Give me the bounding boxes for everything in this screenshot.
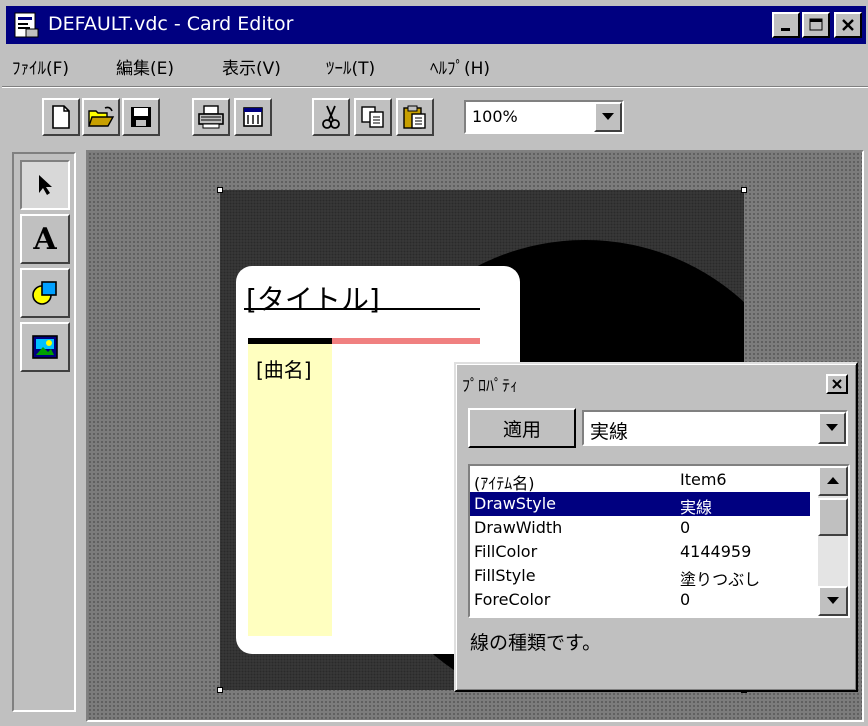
print-button[interactable] [192,98,230,136]
property-value-cell: Item6 [680,470,727,489]
song-field[interactable]: [曲名] [256,354,312,383]
open-icon [88,106,115,127]
resize-handle[interactable] [741,187,747,193]
scroll-thumb[interactable] [818,498,848,536]
menu-divider [2,86,868,88]
new-button[interactable] [42,98,80,136]
property-key: ForeColor [474,590,551,609]
property-value-cell: 実線 [680,498,713,517]
property-row[interactable]: (ｱｲﾃﾑ名) Item6 [470,468,810,493]
title-line [244,308,480,310]
chevron-down-icon [826,424,838,431]
print-icon [198,105,224,129]
song-column[interactable] [248,344,332,636]
zoom-value: 100% [472,107,518,126]
properties-title: ﾌﾟﾛﾊﾟﾃｨ [462,376,519,395]
chevron-down-icon [602,113,614,120]
zoom-dropdown-button[interactable] [594,102,622,132]
image-tool[interactable] [20,322,70,372]
paste-icon [403,105,426,129]
preview-button[interactable] [234,98,272,136]
card-editor-window: DEFAULT.vdc - Card Editor ﾌｧｲﾙ(F) 編集(E) … [0,0,868,726]
menu-tools[interactable]: ﾂｰﾙ(T) [326,54,375,79]
shape-tool[interactable] [20,268,70,318]
save-icon [131,107,151,127]
close-button[interactable] [834,12,862,38]
image-icon [32,335,58,359]
property-value-cell: 4144959 [680,542,752,561]
property-description: 線の種類です。 [470,632,602,654]
chevron-down-icon [827,597,839,604]
minimize-button[interactable] [772,12,800,38]
title-field[interactable]: [タイトル] [246,278,380,318]
property-value-cell: 0 [680,518,691,537]
zoom-select[interactable]: 100% [464,100,624,134]
menu-edit[interactable]: 編集(E) [116,54,174,79]
property-row[interactable]: DrawWidth 0 [470,516,810,540]
property-key: (ｱｲﾃﾑ名) [474,474,535,493]
menu-view[interactable]: 表示(V) [222,54,281,79]
property-value-select[interactable]: 実線 [582,410,848,446]
property-key: DrawStyle [474,494,556,513]
save-button[interactable] [122,98,160,136]
property-key: DrawWidth [474,518,563,537]
chevron-up-icon [827,477,839,484]
cut-button[interactable] [312,98,350,136]
shape-icon [32,281,57,305]
window-title: DEFAULT.vdc - Card Editor [48,13,294,35]
menu-help[interactable]: ﾍﾙﾌﾟ(H) [430,54,490,79]
new-icon [52,105,70,129]
properties-close-button[interactable] [826,374,848,394]
maximize-icon [809,18,823,31]
value-dropdown-button[interactable] [818,412,846,444]
property-value-cell: 塗りつぶし [680,570,761,589]
app-icon [12,11,40,39]
resize-handle[interactable] [217,187,223,193]
maximize-button[interactable] [802,12,830,38]
property-key: FillColor [474,542,538,561]
close-icon [832,379,842,389]
property-value: 実線 [590,421,629,443]
scroll-up-button[interactable] [818,466,848,496]
property-row[interactable]: FillStyle 塗りつぶし [470,564,810,589]
accent-bar-pink [332,338,480,344]
property-value-cell: 0 [680,590,691,609]
scroll-down-button[interactable] [818,586,848,616]
pointer-icon [39,175,52,195]
preview-icon [243,107,263,127]
title-bar[interactable]: DEFAULT.vdc - Card Editor [6,6,866,44]
open-button[interactable] [82,98,120,136]
properties-panel: ﾌﾟﾛﾊﾟﾃｨ 適用 実線 (ｱｲﾃﾑ名) Item6 DrawStyle 実線… [454,362,858,692]
property-row[interactable]: ForeColor 0 [470,588,810,612]
property-list[interactable]: (ｱｲﾃﾑ名) Item6 DrawStyle 実線 DrawWidth 0 F… [468,464,850,618]
property-row-selected[interactable]: DrawStyle 実線 [470,492,810,517]
copy-icon [361,106,384,128]
close-icon [842,19,854,31]
menu-bar: ﾌｧｲﾙ(F) 編集(E) 表示(V) ﾂｰﾙ(T) ﾍﾙﾌﾟ(H) [6,48,866,84]
cut-icon [322,105,340,129]
paste-button[interactable] [396,98,434,136]
property-scrollbar[interactable] [818,466,848,616]
pointer-tool[interactable] [20,160,70,210]
property-row[interactable]: FillColor 4144959 [470,540,810,564]
property-key: FillStyle [474,566,536,585]
menu-file[interactable]: ﾌｧｲﾙ(F) [12,54,69,79]
minimize-icon [781,28,790,31]
text-tool[interactable]: A [20,214,70,264]
text-icon: A [33,221,57,257]
resize-handle[interactable] [217,687,223,693]
copy-button[interactable] [354,98,392,136]
apply-button[interactable]: 適用 [468,408,576,448]
tool-palette: A [12,152,76,712]
